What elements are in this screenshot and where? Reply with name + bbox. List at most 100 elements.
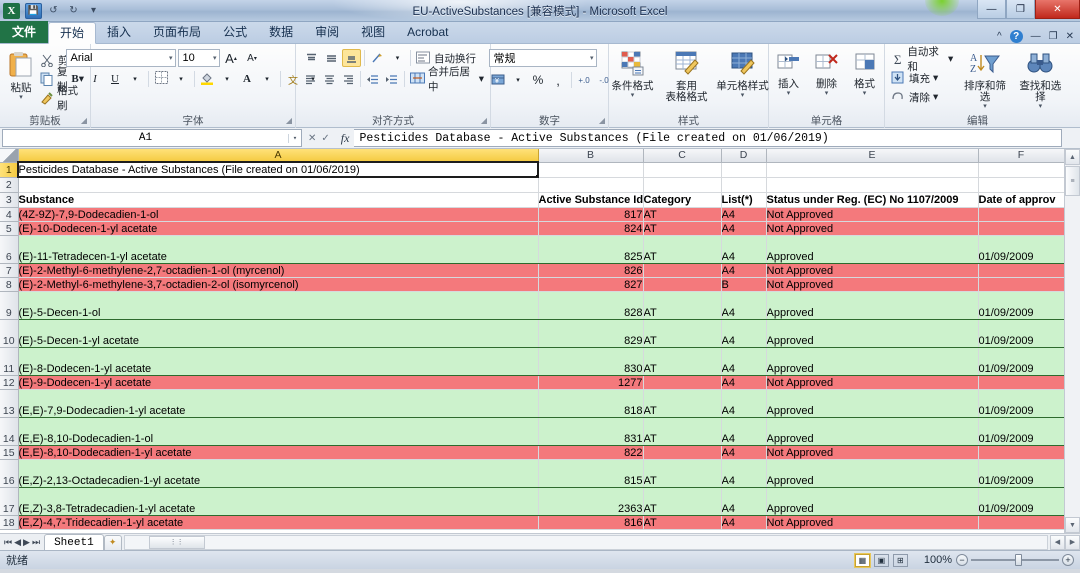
cell-substance-r9[interactable]: (E)-5-Decen-1-ol (18, 291, 538, 319)
cell-date-of-approval-r15[interactable] (978, 445, 1064, 459)
table-row[interactable]: 13(E,E)-7,9-Dodecadien-1-yl acetate818AT… (0, 389, 1064, 417)
autosum-dropdown-icon[interactable]: ▾ (948, 53, 953, 65)
orientation-button[interactable] (368, 49, 387, 67)
cell-date-of-approval-r18[interactable] (978, 515, 1064, 529)
tab-view[interactable]: 视图 (350, 22, 396, 43)
percent-style-button[interactable]: % (529, 71, 548, 89)
underline-dropdown-icon[interactable]: ▾ (126, 70, 145, 88)
increase-indent-button[interactable] (383, 70, 401, 88)
horizontal-scroll-thumb[interactable]: ⋮⋮ (149, 536, 205, 549)
cell-category-r6[interactable]: AT (643, 235, 721, 263)
cell-styles-button[interactable]: 单元格样式 ▾ (716, 49, 770, 99)
new-sheet-icon[interactable]: ✦ (104, 535, 122, 550)
align-left-button[interactable] (302, 70, 320, 88)
cell-status-r16[interactable]: Approved (766, 459, 978, 487)
row-header-9[interactable]: 9 (0, 291, 18, 319)
column-header-d[interactable]: D (721, 149, 766, 162)
cell-list-r8[interactable]: B (721, 277, 766, 291)
minimize-button[interactable]: — (977, 0, 1006, 19)
customize-qat-icon[interactable]: ▾ (85, 3, 102, 19)
cell-substance-r7[interactable]: (E)-2-Methyl-6-methylene-2,7-octadien-1-… (18, 263, 538, 277)
merge-center-dropdown-icon[interactable]: ▾ (479, 73, 484, 85)
cell-substance-r4[interactable]: (4Z-9Z)-7,9-Dodecadien-1-ol (18, 207, 538, 221)
cell-A1[interactable]: Pesticides Database - Active Substances … (18, 162, 538, 177)
table-row[interactable]: 7(E)-2-Methyl-6-methylene-2,7-octadien-1… (0, 263, 1064, 277)
cell-category-r13[interactable]: AT (643, 389, 721, 417)
sort-filter-dropdown-icon[interactable]: ▾ (983, 103, 987, 110)
cell-list-r14[interactable]: A4 (721, 417, 766, 445)
zoom-knob[interactable] (1015, 554, 1022, 566)
cell-status-r12[interactable]: Not Approved (766, 375, 978, 389)
cell-list-r4[interactable]: A4 (721, 207, 766, 221)
tab-formulas[interactable]: 公式 (212, 22, 258, 43)
shrink-font-button[interactable]: A▾ (243, 49, 262, 67)
cell-list-r15[interactable]: A4 (721, 445, 766, 459)
cell-category-r15[interactable] (643, 445, 721, 459)
table-row[interactable]: 4(4Z-9Z)-7,9-Dodecadien-1-ol817ATA4Not A… (0, 207, 1064, 221)
align-center-button[interactable] (321, 70, 339, 88)
cell-category-r12[interactable] (643, 375, 721, 389)
doc-close-icon[interactable]: ✕ (1066, 31, 1074, 42)
number-dialog-launcher-icon[interactable]: ◢ (599, 114, 605, 127)
fill-handle[interactable] (536, 175, 539, 178)
table-header-row[interactable]: 3 Substance Active Substance Id Category… (0, 192, 1064, 207)
row-header-15[interactable]: 15 (0, 445, 18, 459)
cell-substance-r8[interactable]: (E)-2-Methyl-6-methylene-3,7-octadien-2-… (18, 277, 538, 291)
cell-D1[interactable] (721, 162, 766, 177)
tab-review[interactable]: 审阅 (304, 22, 350, 43)
decrease-indent-button[interactable] (364, 70, 382, 88)
borders-dropdown-icon[interactable]: ▾ (172, 70, 191, 88)
zoom-out-button[interactable]: − (956, 554, 968, 566)
cell-E1[interactable] (766, 162, 978, 177)
cell-E2[interactable] (766, 177, 978, 192)
cell-substance-r5[interactable]: (E)-10-Dodecen-1-yl acetate (18, 221, 538, 235)
cell-B1[interactable] (538, 162, 643, 177)
cell-date-of-approval-r10[interactable]: 01/09/2009 (978, 319, 1064, 347)
fill-dropdown-icon[interactable]: ▾ (933, 72, 938, 84)
name-box-chevron-down-icon[interactable]: ▾ (288, 134, 301, 143)
row-header-12[interactable]: 12 (0, 375, 18, 389)
cell-styles-dropdown-icon[interactable]: ▾ (741, 92, 745, 99)
insert-cells-button[interactable]: 插入 ▾ (771, 49, 807, 97)
cell-status-r13[interactable]: Approved (766, 389, 978, 417)
zoom-track[interactable] (971, 559, 1059, 561)
cell-status-r18[interactable]: Not Approved (766, 515, 978, 529)
cell-C1[interactable] (643, 162, 721, 177)
number-format-chevron-down-icon[interactable]: ▾ (586, 54, 594, 62)
format-as-table-button[interactable]: 套用 表格格式 (660, 49, 714, 103)
cell-status-r14[interactable]: Approved (766, 417, 978, 445)
cell-active-substance-id-r6[interactable]: 825 (538, 235, 643, 263)
header-substance[interactable]: Substance (18, 192, 538, 207)
table-row[interactable]: 2 (0, 177, 1064, 192)
cell-category-r11[interactable]: AT (643, 347, 721, 375)
cell-status-r8[interactable]: Not Approved (766, 277, 978, 291)
cell-active-substance-id-r11[interactable]: 830 (538, 347, 643, 375)
cell-substance-r18[interactable]: (E,Z)-4,7-Tridecadien-1-yl acetate (18, 515, 538, 529)
font-color-button[interactable]: A (238, 70, 257, 88)
scroll-up-icon[interactable]: ▲ (1065, 149, 1080, 165)
cell-A2[interactable] (18, 177, 538, 192)
cell-C2[interactable] (643, 177, 721, 192)
cell-list-r12[interactable]: A4 (721, 375, 766, 389)
cell-F2[interactable] (978, 177, 1064, 192)
doc-restore-icon[interactable]: ❐ (1049, 31, 1058, 42)
table-row[interactable]: 15(E,E)-8,10-Dodecadien-1-yl acetate822A… (0, 445, 1064, 459)
table-row[interactable]: 12(E)-9-Dodecen-1-yl acetate1277A4Not Ap… (0, 375, 1064, 389)
row-header-10[interactable]: 10 (0, 319, 18, 347)
cell-active-substance-id-r7[interactable]: 826 (538, 263, 643, 277)
format-cells-button[interactable]: 格式 ▾ (847, 49, 883, 97)
column-header-a[interactable]: A (18, 149, 538, 162)
cell-date-of-approval-r5[interactable] (978, 221, 1064, 235)
paste-dropdown-icon[interactable]: ▾ (19, 94, 23, 101)
table-row[interactable]: 5(E)-10-Dodecen-1-yl acetate824ATA4Not A… (0, 221, 1064, 235)
cell-status-r7[interactable]: Not Approved (766, 263, 978, 277)
column-header-b[interactable]: B (538, 149, 643, 162)
save-icon[interactable]: 💾 (25, 3, 42, 19)
tab-data[interactable]: 数据 (258, 22, 304, 43)
cell-list-r17[interactable]: A4 (721, 487, 766, 515)
cell-substance-r11[interactable]: (E)-8-Dodecen-1-yl acetate (18, 347, 538, 375)
cell-category-r18[interactable]: AT (643, 515, 721, 529)
cell-active-substance-id-r5[interactable]: 824 (538, 221, 643, 235)
autosum-button[interactable]: Σ 自动求和 ▾ (889, 50, 955, 68)
cell-list-r18[interactable]: A4 (721, 515, 766, 529)
